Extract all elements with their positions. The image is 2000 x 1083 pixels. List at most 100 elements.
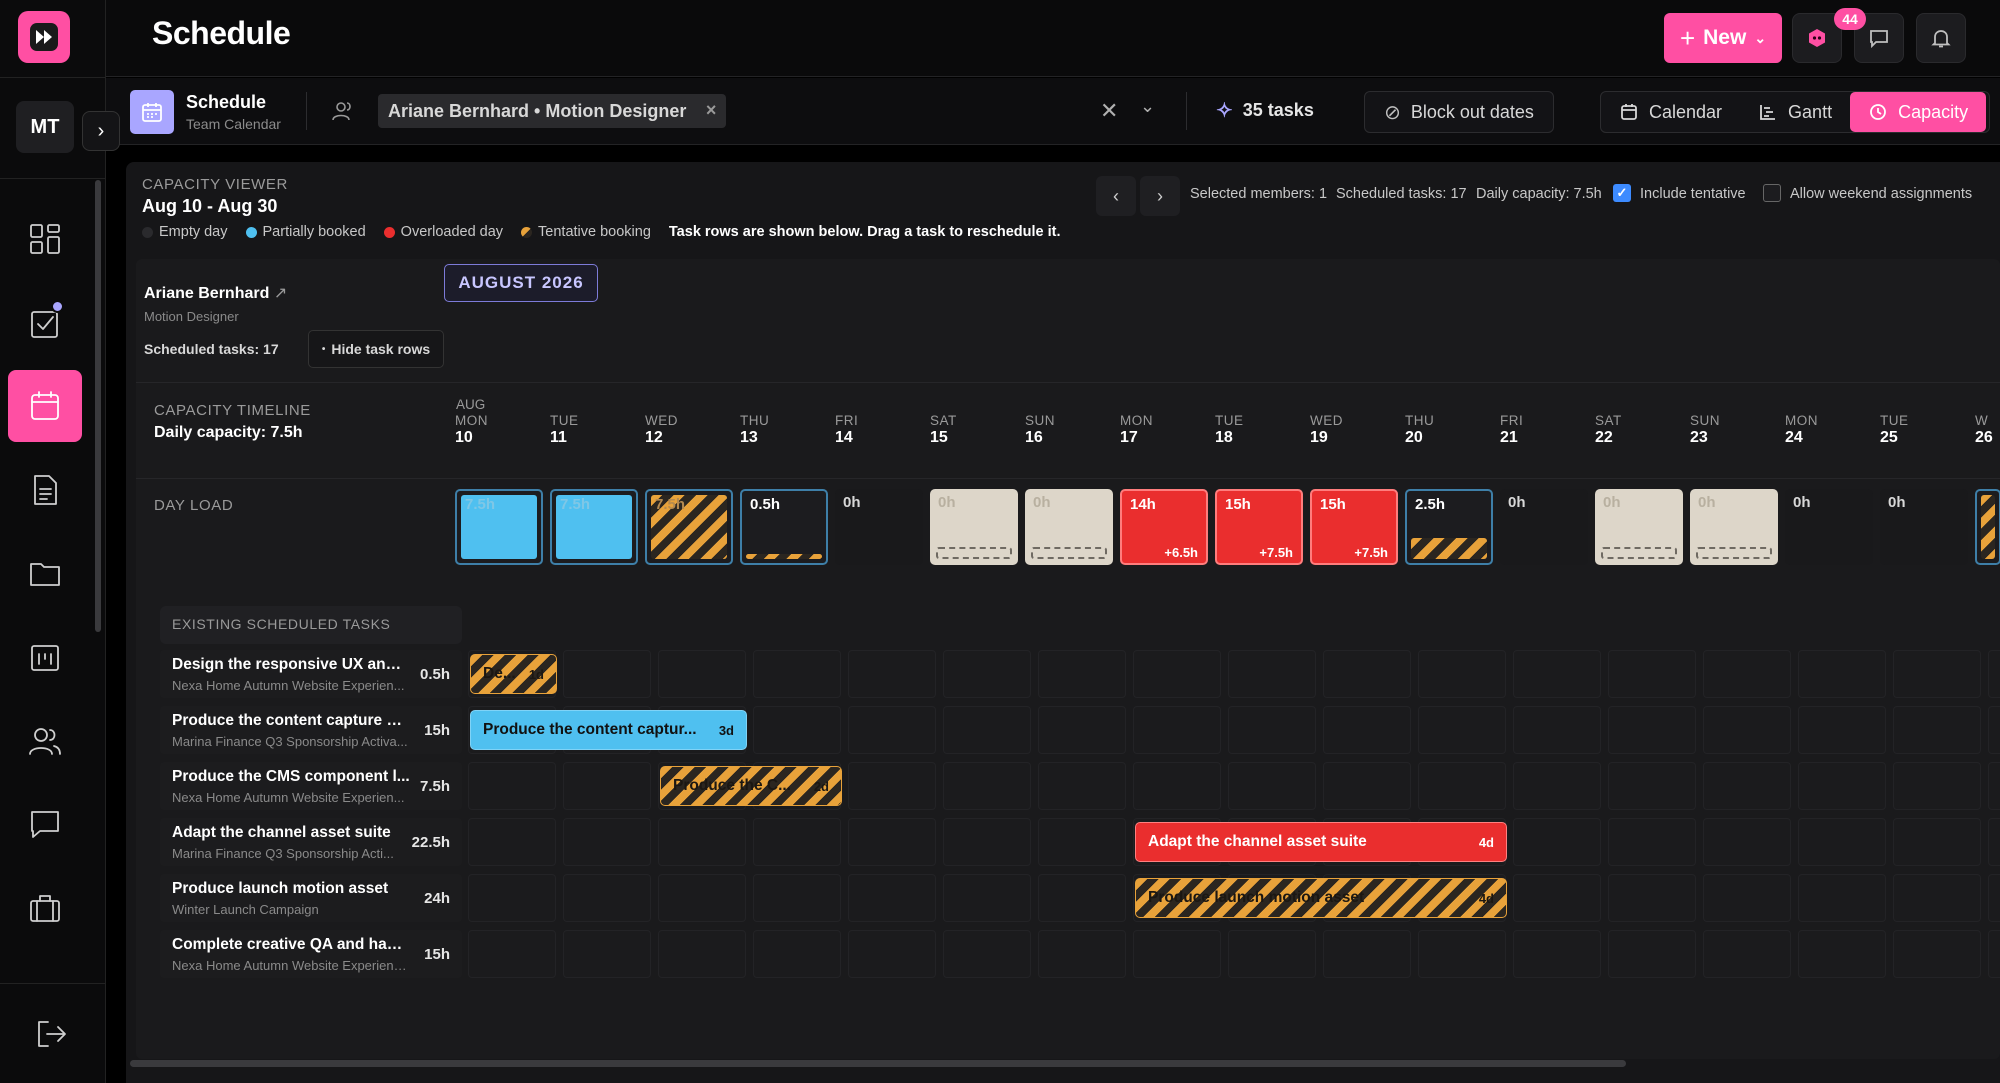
timeline-cell[interactable]	[1703, 650, 1791, 698]
timeline-cell[interactable]	[468, 762, 556, 810]
timeline-cell[interactable]	[563, 874, 651, 922]
tab-gantt[interactable]: Gantt	[1740, 92, 1850, 132]
timeline-cell[interactable]	[1133, 650, 1221, 698]
logout-button[interactable]	[14, 998, 88, 1070]
sidebar-scrollbar[interactable]	[95, 180, 101, 632]
timeline-cell[interactable]	[1228, 650, 1316, 698]
external-link-icon[interactable]: ↗	[274, 285, 287, 302]
timeline-cell[interactable]	[1798, 874, 1886, 922]
timeline-cell[interactable]	[1608, 762, 1696, 810]
sidebar-item-documents[interactable]	[8, 454, 82, 526]
timeline-cell[interactable]	[1513, 818, 1601, 866]
timeline-cell[interactable]	[658, 930, 746, 978]
timeline-cell[interactable]	[1703, 762, 1791, 810]
include-tentative-checkbox[interactable]: ✓	[1613, 184, 1631, 202]
timeline-cell[interactable]	[1038, 762, 1126, 810]
app-logo[interactable]	[18, 11, 70, 63]
timeline-cell[interactable]	[753, 706, 841, 754]
timeline-cell[interactable]	[658, 650, 746, 698]
timeline-cell[interactable]	[1608, 874, 1696, 922]
notifications-button[interactable]	[1916, 13, 1966, 63]
task-row[interactable]: Design the responsive UX and ... Nexa Hom…	[160, 650, 462, 698]
timeline-cell[interactable]	[943, 874, 1031, 922]
timeline-cell[interactable]	[1513, 930, 1601, 978]
timeline-cell[interactable]	[848, 650, 936, 698]
timeline-cell[interactable]	[1228, 706, 1316, 754]
timeline-cell[interactable]	[848, 706, 936, 754]
timeline-cell[interactable]	[1323, 706, 1411, 754]
timeline-cell[interactable]	[563, 818, 651, 866]
task-row[interactable]: Adapt the channel asset suite Marina Fina…	[160, 818, 462, 866]
timeline-cell[interactable]	[848, 930, 936, 978]
timeline-cell[interactable]	[1893, 874, 1981, 922]
member-name[interactable]: Ariane Bernhard ↗	[144, 283, 287, 303]
sidebar-item-projects[interactable]	[8, 621, 82, 693]
day-load-cell[interactable]: 0h	[835, 489, 923, 565]
day-load-cell[interactable]: 0h	[1880, 489, 1968, 565]
task-bar[interactable]: De... 1d	[470, 654, 557, 694]
day-load-cell[interactable]: 14h +6.5h	[1120, 489, 1208, 565]
timeline-cell[interactable]	[1133, 930, 1221, 978]
day-load-cell[interactable]: 7.5h	[645, 489, 733, 565]
task-bar[interactable]: Produce launch motion asset 4d	[1135, 878, 1507, 918]
timeline-cell[interactable]	[468, 874, 556, 922]
timeline-cell[interactable]	[1323, 930, 1411, 978]
timeline-cell[interactable]	[1703, 930, 1791, 978]
timeline-cell[interactable]	[943, 706, 1031, 754]
day-load-cell[interactable]: 0h	[1595, 489, 1683, 565]
timeline-cell[interactable]	[943, 762, 1031, 810]
timeline-cell[interactable]	[1418, 762, 1506, 810]
timeline-cell[interactable]	[1038, 818, 1126, 866]
timeline-cell[interactable]	[1038, 930, 1126, 978]
timeline-cell[interactable]	[1798, 930, 1886, 978]
timeline-cell[interactable]	[1608, 706, 1696, 754]
tab-capacity[interactable]: Capacity	[1850, 92, 1987, 132]
task-row[interactable]: Produce the CMS component l... Nexa Home …	[160, 762, 462, 810]
timeline-cell[interactable]	[1608, 930, 1696, 978]
avatar[interactable]: MT	[16, 101, 74, 153]
sidebar-item-messages[interactable]	[8, 788, 82, 860]
timeline-cell[interactable]	[1038, 706, 1126, 754]
timeline-cell[interactable]	[1418, 930, 1506, 978]
timeline-cell[interactable]	[1798, 818, 1886, 866]
timeline-cell[interactable]	[658, 818, 746, 866]
timeline-cell[interactable]	[1703, 706, 1791, 754]
block-out-dates-button[interactable]: ⊘ Block out dates	[1364, 91, 1554, 133]
timeline-cell[interactable]	[1893, 818, 1981, 866]
filter-dropdown-button[interactable]: ⌄	[1140, 96, 1155, 117]
timeline-cell[interactable]	[1133, 706, 1221, 754]
timeline-cell[interactable]	[1418, 706, 1506, 754]
timeline-cell[interactable]	[1703, 874, 1791, 922]
day-load-cell[interactable]	[1975, 489, 2000, 565]
timeline-cell[interactable]	[1323, 650, 1411, 698]
timeline-cell[interactable]	[848, 874, 936, 922]
timeline-cell[interactable]	[943, 650, 1031, 698]
timeline-cell[interactable]	[1038, 874, 1126, 922]
day-load-cell[interactable]: 0h	[1785, 489, 1873, 565]
timeline-cell[interactable]	[753, 650, 841, 698]
day-load-cell[interactable]: 2.5h	[1405, 489, 1493, 565]
timeline-cell[interactable]	[1798, 650, 1886, 698]
timeline-cell[interactable]	[1988, 818, 2000, 866]
timeline-cell[interactable]	[563, 650, 651, 698]
day-load-cell[interactable]: 15h +7.5h	[1215, 489, 1303, 565]
sidebar-item-portfolio[interactable]	[8, 872, 82, 944]
timeline-cell[interactable]	[468, 930, 556, 978]
day-load-cell[interactable]: 0h	[930, 489, 1018, 565]
timeline-cell[interactable]	[1513, 650, 1601, 698]
timeline-cell[interactable]	[1988, 762, 2000, 810]
next-range-button[interactable]: ›	[1140, 176, 1180, 216]
task-bar[interactable]: Adapt the channel asset suite 4d	[1135, 822, 1507, 862]
task-row[interactable]: Complete creative QA and hand... Nexa Hom…	[160, 930, 462, 978]
close-icon[interactable]: ×	[706, 100, 717, 121]
timeline-cell[interactable]	[1323, 762, 1411, 810]
timeline-cell[interactable]	[1703, 818, 1791, 866]
timeline-cell[interactable]	[1798, 706, 1886, 754]
timeline-cell[interactable]	[848, 818, 936, 866]
members-filter-button[interactable]	[330, 98, 356, 124]
day-load-cell[interactable]: 0h	[1690, 489, 1778, 565]
timeline-cell[interactable]	[753, 930, 841, 978]
timeline-cell[interactable]	[468, 818, 556, 866]
timeline-cell[interactable]	[1513, 706, 1601, 754]
timeline-cell[interactable]	[848, 762, 936, 810]
